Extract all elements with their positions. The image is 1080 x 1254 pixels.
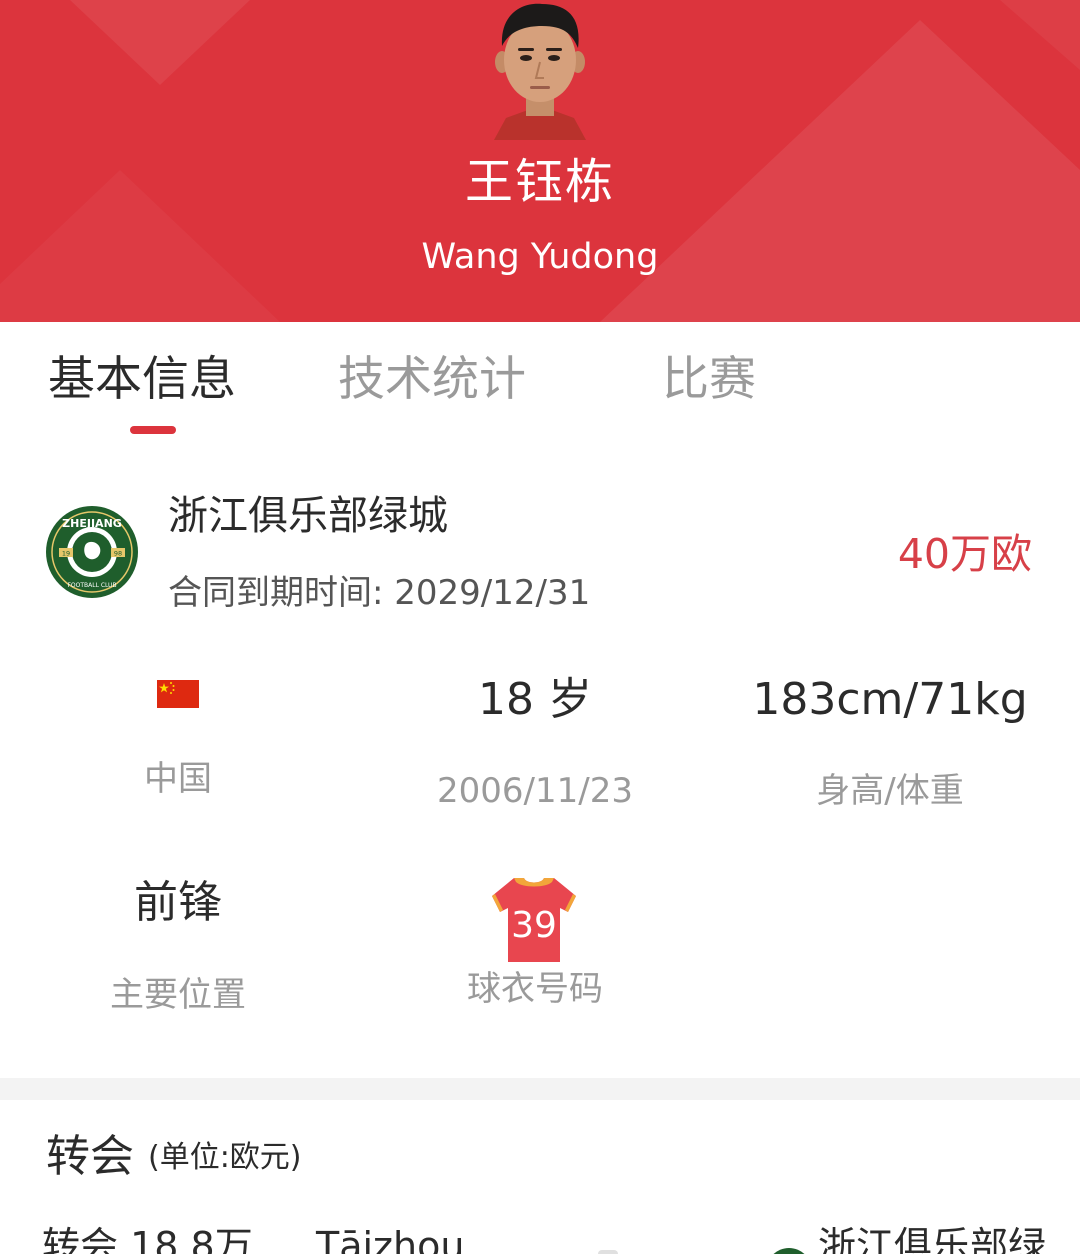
transfer-unit-label: (单位:欧元) <box>148 1140 302 1175</box>
birthday-value: 2006/11/23 <box>437 771 633 811</box>
transfer-to-club-logo-icon <box>766 1248 812 1254</box>
position-value: 前锋 <box>134 877 222 928</box>
transfer-row[interactable]: 转会 18.8万 Tāizhou 浙江俱乐部绿 <box>0 1214 1080 1254</box>
player-header: 王钰栋 Wang Yudong <box>0 0 1080 322</box>
tab-matches[interactable]: 比赛 <box>662 348 756 412</box>
active-tab-indicator <box>130 426 176 434</box>
player-name-en: Wang Yudong <box>421 237 659 277</box>
transfer-fee: 转会 18.8万 <box>42 1224 253 1254</box>
tab-basic-info[interactable]: 基本信息 <box>48 348 236 412</box>
club-logo-subtext: FOOTBALL CLUB <box>67 582 116 589</box>
club-logo-text: ZHEJIANG <box>62 517 122 530</box>
age-value: 18 岁 <box>478 674 592 725</box>
transfer-to-club: 浙江俱乐部绿 <box>818 1224 1047 1254</box>
china-flag-icon <box>157 680 199 708</box>
height-weight-value: 183cm/71kg <box>752 674 1028 725</box>
club-logo-year-right: 98 <box>114 550 122 558</box>
player-photo-icon <box>494 3 586 140</box>
height-weight-label: 身高/体重 <box>816 771 964 811</box>
transfer-section-title: 转会 <box>46 1131 134 1182</box>
market-value: 40万欧 <box>897 530 1032 578</box>
jersey-label: 球衣号码 <box>467 969 603 1009</box>
tab-tech-stats[interactable]: 技术统计 <box>338 348 526 412</box>
section-divider <box>0 1078 1080 1100</box>
contract-expiry: 合同到期时间: 2029/12/31 <box>168 573 591 613</box>
position-label: 主要位置 <box>110 975 246 1015</box>
jersey-number: 39 <box>511 905 557 946</box>
transfer-arrow-icon <box>598 1250 618 1254</box>
player-name-cn: 王钰栋 <box>464 154 615 210</box>
club-name[interactable]: 浙江俱乐部绿城 <box>168 488 448 544</box>
country-label: 中国 <box>144 759 212 799</box>
transfer-from-club: Tāizhou <box>316 1224 465 1254</box>
player-avatar <box>486 0 594 140</box>
club-logo-icon[interactable]: 19 98 ZHEJIANG FOOTBALL CLUB <box>46 506 138 598</box>
club-logo-year-left: 19 <box>62 550 70 558</box>
